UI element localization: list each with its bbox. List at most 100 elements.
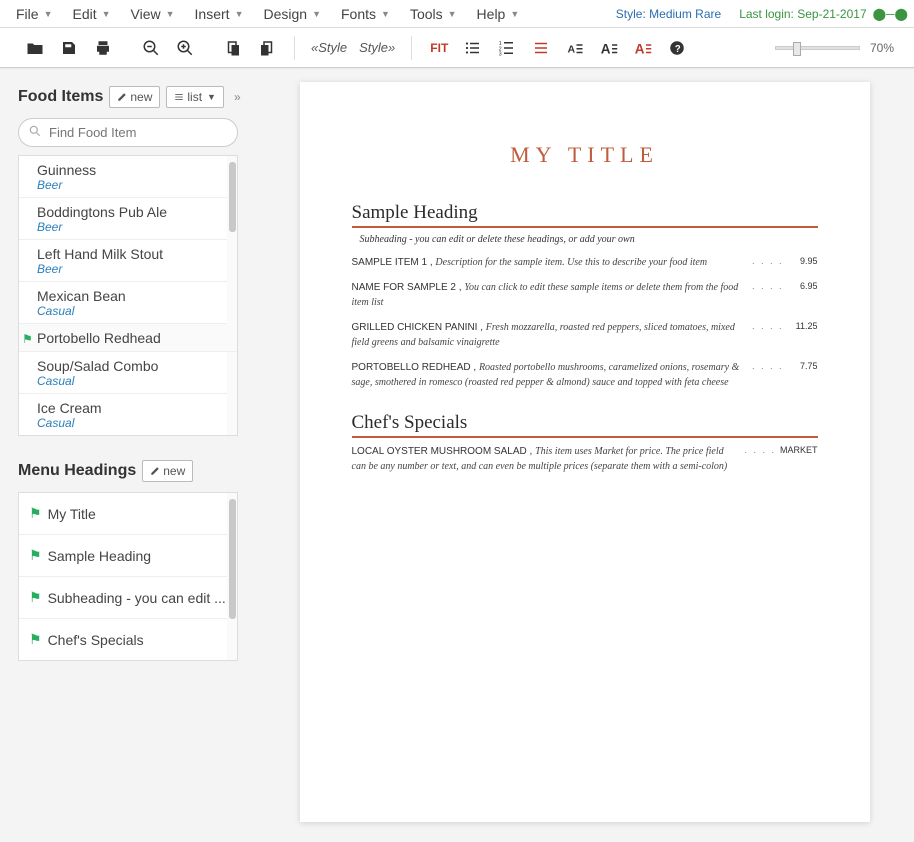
print-icon[interactable] xyxy=(88,33,118,63)
heading-item[interactable]: ⚑My Title xyxy=(19,493,237,535)
food-item[interactable]: GuinnessBeer xyxy=(19,156,237,198)
food-list-button[interactable]: list▼ xyxy=(166,86,224,108)
style-next-button[interactable]: Style» xyxy=(355,40,399,55)
expand-icon[interactable]: » xyxy=(230,90,245,104)
page-prev-icon[interactable] xyxy=(218,33,248,63)
style-prev-button[interactable]: «Style xyxy=(307,40,351,55)
food-item-name: Boddingtons Pub Ale xyxy=(37,204,219,220)
doc-item[interactable]: LOCAL OYSTER MUSHROOM SALAD , This item … xyxy=(352,444,818,474)
open-icon[interactable] xyxy=(20,33,50,63)
pin-icon: ⚑ xyxy=(29,631,42,648)
food-item-category: Casual xyxy=(37,304,219,318)
food-item[interactable]: Left Hand Milk StoutBeer xyxy=(19,240,237,282)
page-next-icon[interactable] xyxy=(252,33,282,63)
strikethrough-icon[interactable] xyxy=(526,33,556,63)
login-status: Last login: Sep-21-2017 xyxy=(739,7,866,21)
doc-item-desc: Description for the sample item. Use thi… xyxy=(435,257,707,268)
doc-item-name: PORTOBELLO REDHEAD , xyxy=(352,362,479,373)
text-size-large-icon[interactable]: A xyxy=(594,33,624,63)
sync-icon: ⬤─⬤ xyxy=(873,7,908,21)
menu-edit[interactable]: Edit▼ xyxy=(62,2,120,26)
fit-button[interactable]: FIT xyxy=(424,41,454,55)
food-item-name: Soup/Salad Combo xyxy=(37,358,219,374)
svg-text:A: A xyxy=(635,41,645,56)
style-status[interactable]: Style: Medium Rare xyxy=(616,7,721,21)
text-size-small-icon[interactable]: A xyxy=(560,33,590,63)
doc-item-price: MARKET xyxy=(780,444,818,474)
doc-item-name: LOCAL OYSTER MUSHROOM SALAD , xyxy=(352,446,536,457)
scrollbar[interactable] xyxy=(227,493,237,660)
food-item[interactable]: Soup/Salad ComboCasual xyxy=(19,352,237,394)
food-item-category: Casual xyxy=(37,416,219,430)
document-page[interactable]: MY TITLE Sample Heading Subheading - you … xyxy=(300,82,870,822)
food-item-name: Portobello Redhead xyxy=(37,330,219,346)
doc-item-name: SAMPLE ITEM 1 , xyxy=(352,257,436,268)
svg-text:A: A xyxy=(568,43,576,55)
text-color-icon[interactable]: A xyxy=(628,33,658,63)
food-item[interactable]: Boddingtons Pub AleBeer xyxy=(19,198,237,240)
doc-item[interactable]: SAMPLE ITEM 1 , Description for the samp… xyxy=(352,255,818,270)
chevron-down-icon: ▼ xyxy=(102,9,111,19)
search-input[interactable] xyxy=(18,118,238,147)
heading-item[interactable]: ⚑Chef's Specials xyxy=(19,619,237,660)
menu-insert[interactable]: Insert▼ xyxy=(185,2,254,26)
menu-help[interactable]: Help▼ xyxy=(467,2,530,26)
heading-new-button[interactable]: new xyxy=(142,460,193,482)
chevron-down-icon: ▼ xyxy=(510,9,519,19)
pin-icon: ⚑ xyxy=(29,505,42,522)
scrollbar[interactable] xyxy=(227,156,237,435)
chevron-down-icon: ▼ xyxy=(448,9,457,19)
menu-bar: File▼ Edit▼ View▼ Insert▼ Design▼ Fonts▼… xyxy=(0,0,914,28)
heading-item[interactable]: ⚑Sample Heading xyxy=(19,535,237,577)
save-icon[interactable] xyxy=(54,33,84,63)
slider-thumb[interactable] xyxy=(793,42,801,56)
price-leader-dots: . . . . xyxy=(748,320,788,350)
toolbar: «Style Style» FIT 123 A A A ? 70% xyxy=(0,28,914,68)
food-item-name: Mexican Bean xyxy=(37,288,219,304)
sidebar: Food Items new list▼ » GuinnessBeerBoddi… xyxy=(0,68,255,842)
chevron-down-icon: ▼ xyxy=(166,9,175,19)
menu-view[interactable]: View▼ xyxy=(121,2,185,26)
doc-item[interactable]: PORTOBELLO REDHEAD , Roasted portobello … xyxy=(352,360,818,390)
zoom-slider[interactable]: 70% xyxy=(775,41,894,55)
doc-item-price: 7.75 xyxy=(788,360,818,390)
slider-track[interactable] xyxy=(775,46,860,50)
list-bullet-icon[interactable] xyxy=(458,33,488,63)
pin-icon: ⚑ xyxy=(29,589,42,606)
price-leader-dots: . . . . xyxy=(748,280,788,310)
doc-item-price: 11.25 xyxy=(788,320,818,350)
food-item-category: Beer xyxy=(37,220,219,234)
doc-heading[interactable]: Chef's Specials xyxy=(352,412,818,438)
food-item[interactable]: Ice CreamCasual xyxy=(19,394,237,435)
menu-fonts[interactable]: Fonts▼ xyxy=(331,2,400,26)
canvas-area: MY TITLE Sample Heading Subheading - you … xyxy=(255,68,914,842)
price-leader-dots: . . . . xyxy=(740,444,780,474)
svg-text:A: A xyxy=(601,41,611,56)
doc-item[interactable]: NAME FOR SAMPLE 2 , You can click to edi… xyxy=(352,280,818,310)
doc-item[interactable]: GRILLED CHICKEN PANINI , Fresh mozzarell… xyxy=(352,320,818,350)
doc-title[interactable]: MY TITLE xyxy=(352,142,818,168)
chevron-down-icon: ▼ xyxy=(44,9,53,19)
heading-item[interactable]: ⚑Subheading - you can edit ... xyxy=(19,577,237,619)
headings-title: Menu Headings xyxy=(18,462,136,480)
help-icon[interactable]: ? xyxy=(662,33,692,63)
menu-file[interactable]: File▼ xyxy=(6,2,62,26)
doc-item-name: GRILLED CHICKEN PANINI , xyxy=(352,322,486,333)
food-item[interactable]: ⚑ Portobello Redhead xyxy=(19,324,237,352)
doc-heading[interactable]: Sample Heading xyxy=(352,202,818,228)
food-item[interactable]: Mexican BeanCasual xyxy=(19,282,237,324)
zoom-out-icon[interactable] xyxy=(136,33,166,63)
menu-design[interactable]: Design▼ xyxy=(253,2,331,26)
menu-tools[interactable]: Tools▼ xyxy=(400,2,467,26)
search-icon xyxy=(28,124,42,141)
food-items-title: Food Items xyxy=(18,88,103,106)
list-number-icon[interactable]: 123 xyxy=(492,33,522,63)
food-new-button[interactable]: new xyxy=(109,86,160,108)
zoom-in-icon[interactable] xyxy=(170,33,200,63)
price-leader-dots: . . . . xyxy=(748,360,788,390)
svg-text:3: 3 xyxy=(499,51,502,57)
doc-subheading[interactable]: Subheading - you can edit or delete thes… xyxy=(360,234,818,245)
pin-icon: ⚑ xyxy=(22,332,33,346)
doc-item-price: 6.95 xyxy=(788,280,818,310)
food-item-category: Beer xyxy=(37,178,219,192)
